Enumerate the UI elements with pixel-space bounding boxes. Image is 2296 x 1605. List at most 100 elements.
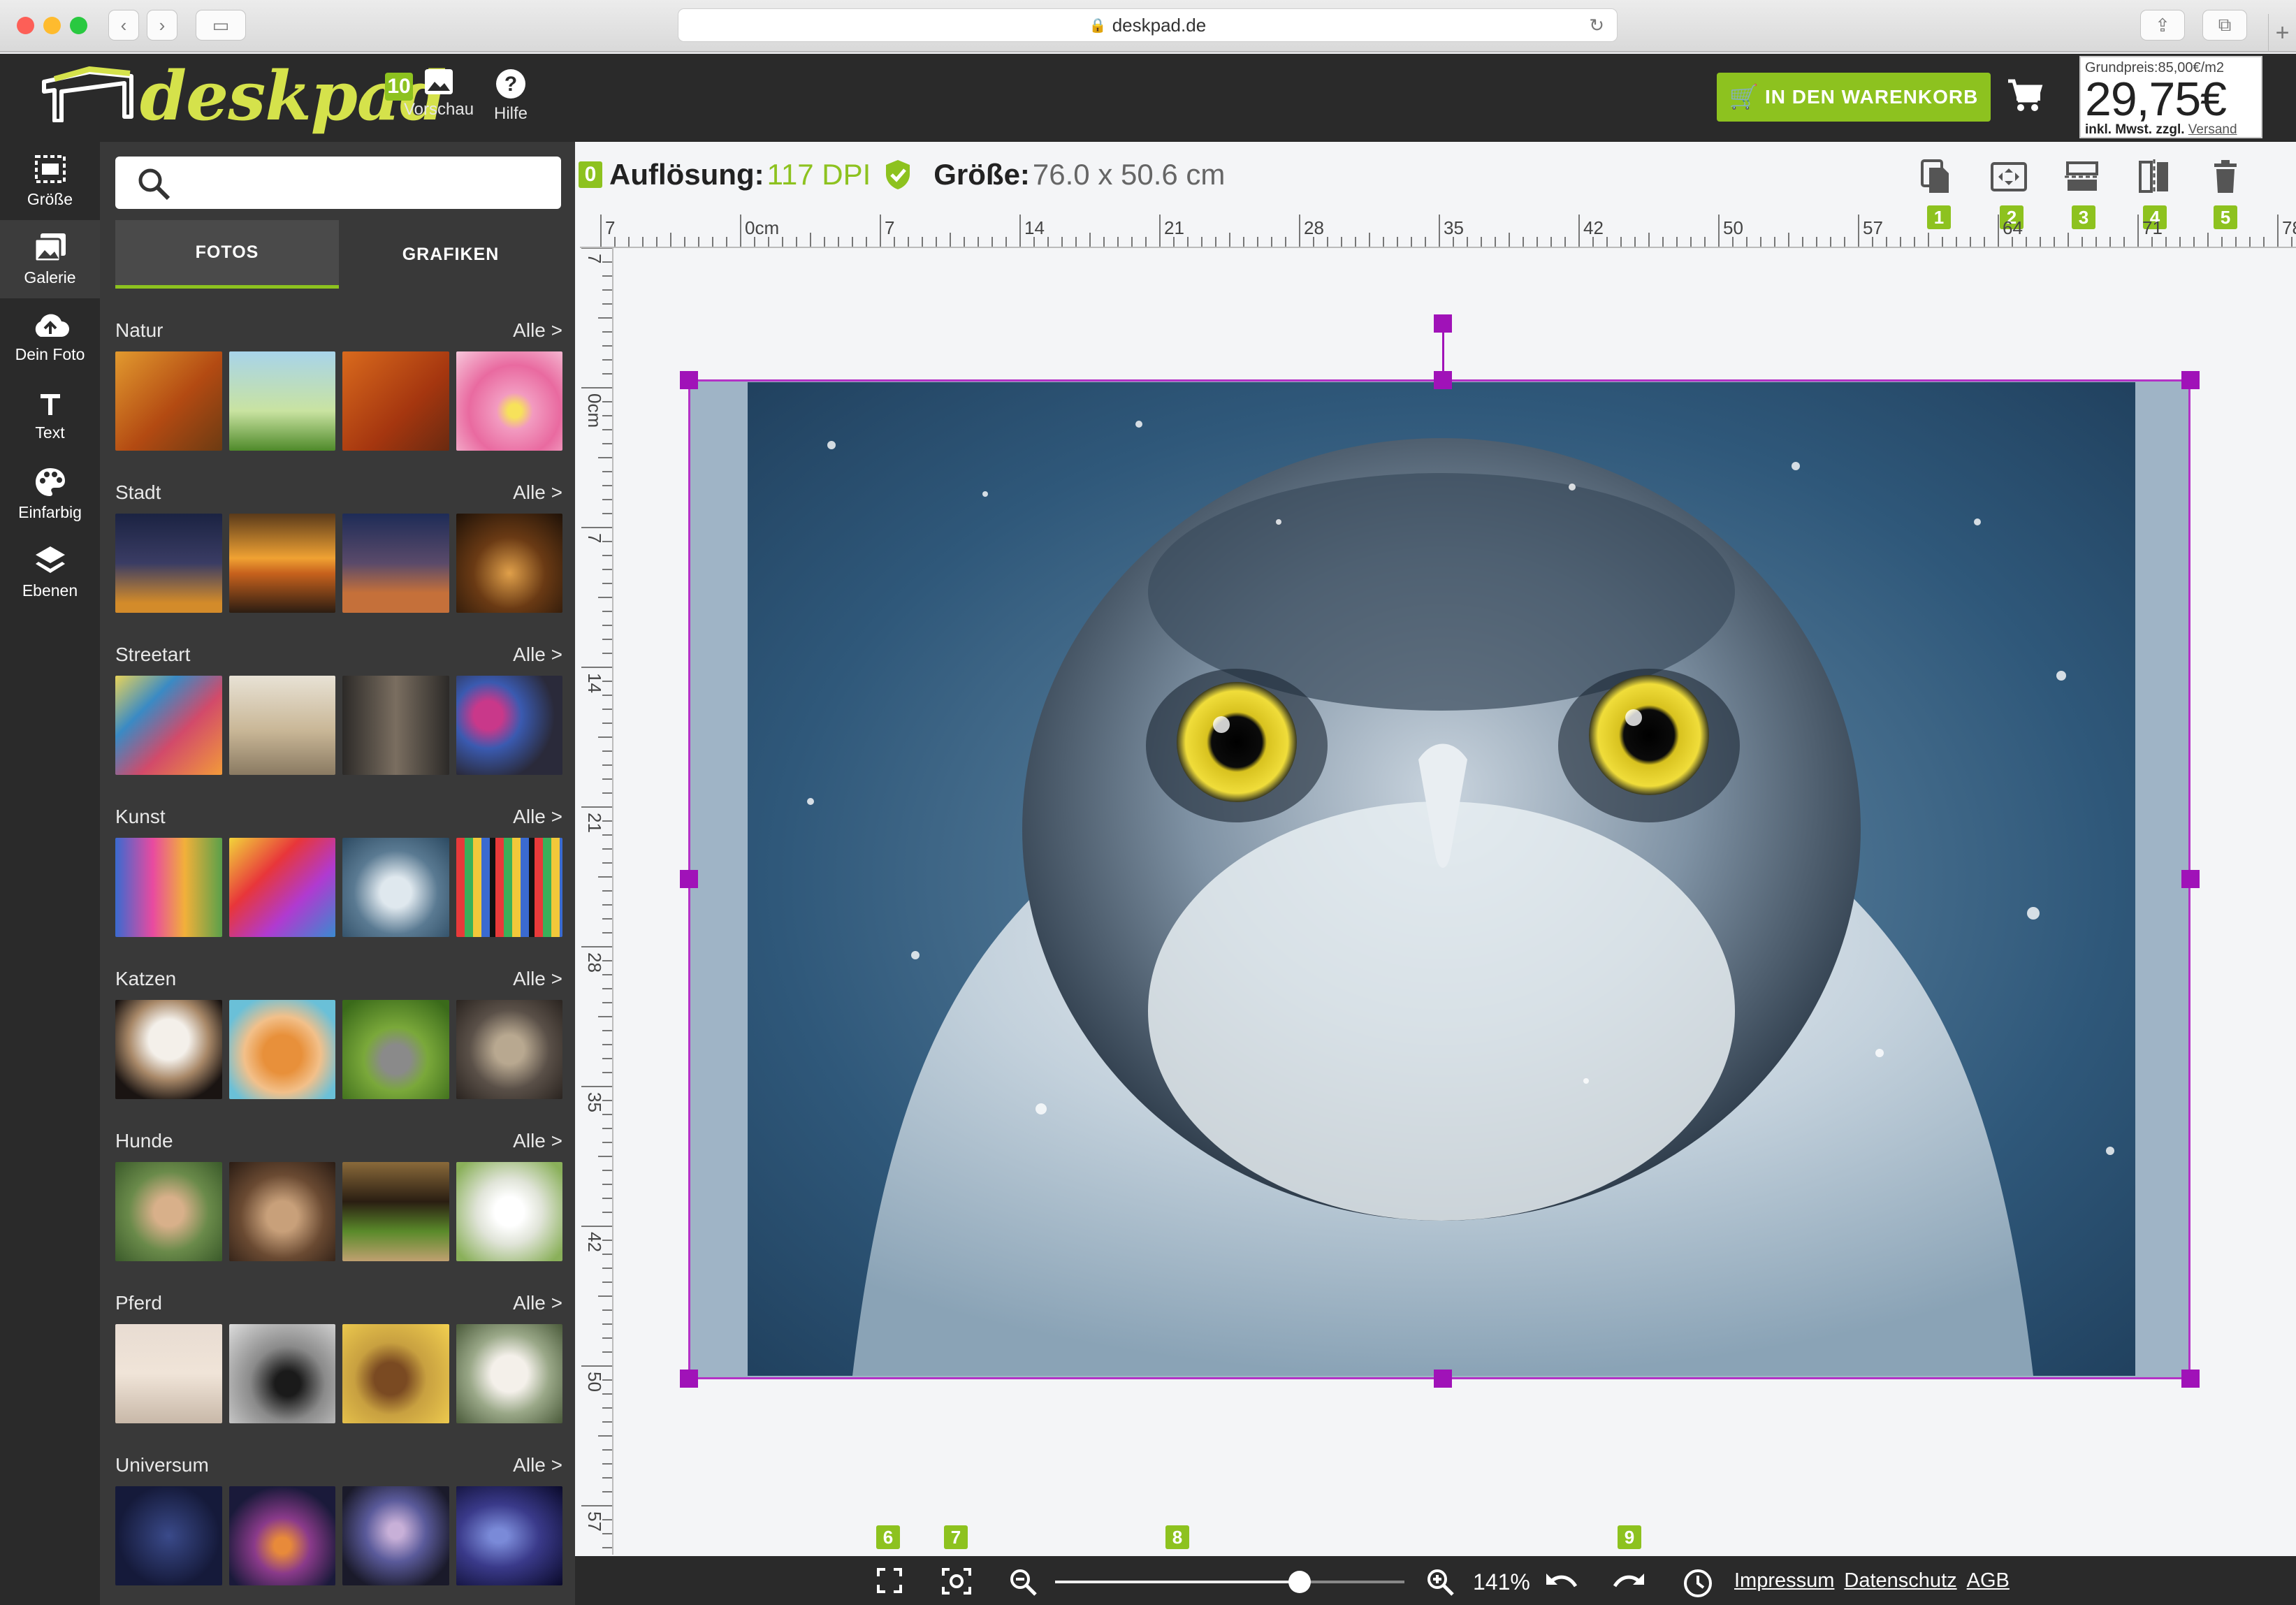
resize-handle-top-left[interactable] xyxy=(680,371,698,389)
thumbnail[interactable] xyxy=(228,676,335,775)
fit-to-area-button[interactable] xyxy=(1988,152,2030,201)
thumbnail[interactable] xyxy=(228,1486,335,1585)
undo-icon[interactable] xyxy=(1545,1571,1580,1595)
resize-handle-left[interactable] xyxy=(680,870,698,888)
thumbnail[interactable] xyxy=(456,1324,562,1423)
sidebar-item-text[interactable]: Text xyxy=(0,377,100,455)
thumbnail[interactable] xyxy=(228,1162,335,1261)
flip-vertical-button[interactable] xyxy=(2061,152,2103,201)
thumbnail[interactable] xyxy=(342,676,449,775)
flip-horizontal-button[interactable] xyxy=(2133,152,2175,201)
sidebar-item-upload[interactable]: Dein Foto xyxy=(0,298,100,377)
reload-icon[interactable]: ↻ xyxy=(1589,15,1604,36)
see-all-link[interactable]: Alle > xyxy=(513,1130,562,1152)
see-all-link[interactable]: Alle > xyxy=(513,1292,562,1314)
resize-handle-bottom[interactable] xyxy=(1434,1370,1452,1388)
thumbnail[interactable] xyxy=(228,351,335,451)
thumbnail[interactable] xyxy=(342,1324,449,1423)
maximize-window-icon[interactable] xyxy=(70,17,87,34)
sidebar-item-layers[interactable]: Ebenen xyxy=(0,533,100,611)
focus-center-icon[interactable] xyxy=(941,1567,972,1595)
thumbnail[interactable] xyxy=(456,1000,562,1099)
category-title: Katzen xyxy=(115,968,177,989)
tabs-overview-icon[interactable]: ⧉ xyxy=(2202,10,2247,41)
zoom-in-icon[interactable] xyxy=(1425,1567,1455,1597)
duplicate-icon xyxy=(1921,159,1949,193)
resize-handle-bottom-right[interactable] xyxy=(2181,1370,2200,1388)
thumbnail[interactable] xyxy=(456,514,562,613)
see-all-link[interactable]: Alle > xyxy=(513,806,562,828)
history-icon[interactable] xyxy=(1683,1568,1713,1599)
terms-link[interactable]: AGB xyxy=(1967,1569,2010,1592)
back-icon[interactable]: ‹ xyxy=(108,10,139,41)
thumbnail[interactable] xyxy=(115,351,222,451)
resize-handle-top-right[interactable] xyxy=(2181,371,2200,389)
see-all-link[interactable]: Alle > xyxy=(513,1454,562,1476)
thumbnail[interactable] xyxy=(115,1000,222,1099)
resize-handle-bottom-left[interactable] xyxy=(680,1370,698,1388)
sidebar-item-gallery[interactable]: Galerie xyxy=(0,220,100,298)
thumbnail[interactable] xyxy=(228,838,335,937)
thumbnail[interactable] xyxy=(115,838,222,937)
thumbnail[interactable] xyxy=(342,514,449,613)
sidebar-item-solid-color[interactable]: Einfarbig xyxy=(0,455,100,533)
rotate-handle[interactable] xyxy=(1434,314,1452,333)
shipping-link[interactable]: Versand xyxy=(2188,122,2237,137)
thumbnail[interactable] xyxy=(342,838,449,937)
thumbnail[interactable] xyxy=(456,1486,562,1585)
see-all-link[interactable]: Alle > xyxy=(513,644,562,666)
imprint-link[interactable]: Impressum xyxy=(1734,1569,1834,1592)
thumbnail[interactable] xyxy=(456,838,562,937)
new-tab-icon[interactable]: + xyxy=(2268,14,2296,52)
thumbnail[interactable] xyxy=(115,1324,222,1423)
svg-text:?: ? xyxy=(504,73,517,96)
thumbnail[interactable] xyxy=(342,1486,449,1585)
fullscreen-icon[interactable] xyxy=(876,1567,903,1594)
thumbnail[interactable] xyxy=(115,1486,222,1585)
sidebar-toggle-icon[interactable]: ▭ xyxy=(196,10,246,41)
forward-icon[interactable]: › xyxy=(147,10,177,41)
thumbnail[interactable] xyxy=(228,1000,335,1099)
search-input[interactable] xyxy=(115,157,561,209)
thumbnail[interactable] xyxy=(115,676,222,775)
see-all-link[interactable]: Alle > xyxy=(513,968,562,990)
redo-icon[interactable] xyxy=(1611,1571,1645,1595)
selection-frame[interactable] xyxy=(688,379,2190,1379)
trash-icon xyxy=(2214,160,2237,193)
resize-handle-right[interactable] xyxy=(2181,870,2200,888)
add-to-cart-button[interactable]: 🛒 IN DEN WARENKORB xyxy=(1717,73,1991,122)
minimize-window-icon[interactable] xyxy=(43,17,61,34)
palette-icon xyxy=(35,467,65,496)
zoom-out-icon[interactable] xyxy=(1008,1567,1038,1597)
help-button[interactable]: ? Hilfe xyxy=(494,68,528,124)
see-all-link[interactable]: Alle > xyxy=(513,481,562,504)
resize-handle-top[interactable] xyxy=(1434,371,1452,389)
address-bar[interactable]: 🔒 deskpad.de ↻ xyxy=(678,8,1618,42)
thumbnail[interactable] xyxy=(342,1162,449,1261)
thumbnail[interactable] xyxy=(228,514,335,613)
thumbnail[interactable] xyxy=(456,676,562,775)
share-icon[interactable]: ⇪ xyxy=(2140,10,2185,41)
cart-icon[interactable] xyxy=(2007,78,2043,113)
add-to-cart-label: IN DEN WARENKORB xyxy=(1765,86,1979,108)
zoom-slider-handle[interactable] xyxy=(1288,1571,1311,1593)
sidebar-item-size[interactable]: Größe xyxy=(0,142,100,220)
see-all-link[interactable]: Alle > xyxy=(513,319,562,342)
search-icon xyxy=(138,168,170,201)
preview-button[interactable]: Vorschau xyxy=(404,68,474,119)
resolution-label: Auflösung: xyxy=(609,158,764,191)
thumbnail[interactable] xyxy=(342,351,449,451)
thumbnail[interactable] xyxy=(228,1324,335,1423)
thumbnail[interactable] xyxy=(456,351,562,451)
duplicate-button[interactable] xyxy=(1914,152,1956,201)
thumbnail[interactable] xyxy=(456,1162,562,1261)
thumbnail[interactable] xyxy=(115,514,222,613)
tab-photos[interactable]: FOTOS xyxy=(115,220,339,289)
thumbnail[interactable] xyxy=(115,1162,222,1261)
thumbnail[interactable] xyxy=(342,1000,449,1099)
tab-graphics[interactable]: GRAFIKEN xyxy=(339,220,562,289)
privacy-link[interactable]: Datenschutz xyxy=(1844,1569,1956,1592)
ruler-label: 28 xyxy=(584,952,605,973)
delete-button[interactable] xyxy=(2204,152,2246,201)
close-window-icon[interactable] xyxy=(17,17,34,34)
